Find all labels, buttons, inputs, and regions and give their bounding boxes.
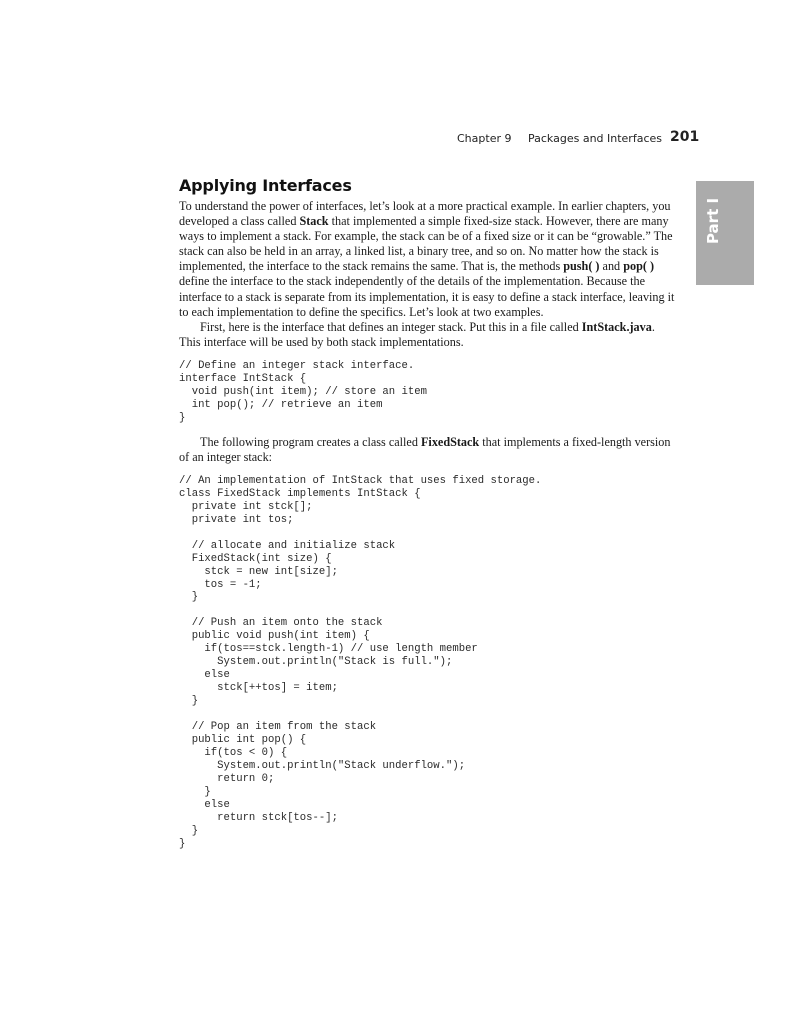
code-listing-intstack: // Define an integer stack interface. in… (179, 359, 427, 424)
part-tab-label: Part I (704, 197, 722, 245)
running-head: Chapter 9 Packages and Interfaces 201 (0, 129, 699, 149)
fixedstack-paragraph: The following program creates a class ca… (179, 434, 671, 464)
term-fixedstack: FixedStack (420, 434, 480, 449)
part-tab: Part I (696, 181, 754, 285)
term-pop: pop( ) (623, 259, 655, 274)
chapter-label: Chapter 9 (457, 132, 512, 145)
term-stack: Stack (299, 214, 329, 229)
page-number: 201 (670, 129, 700, 145)
interface-paragraph: First, here is the interface that define… (179, 319, 655, 349)
term-push: push( ) (563, 259, 600, 274)
intro-paragraph: To understand the power of interfaces, l… (179, 199, 675, 319)
code-listing-fixedstack: // An implementation of IntStack that us… (179, 474, 542, 850)
chapter-title: Packages and Interfaces (528, 132, 662, 145)
term-intstack-file: IntStack.java (581, 319, 652, 334)
page-content: Applying Interfaces To understand the po… (179, 176, 679, 861)
section-heading: Applying Interfaces (179, 176, 352, 195)
